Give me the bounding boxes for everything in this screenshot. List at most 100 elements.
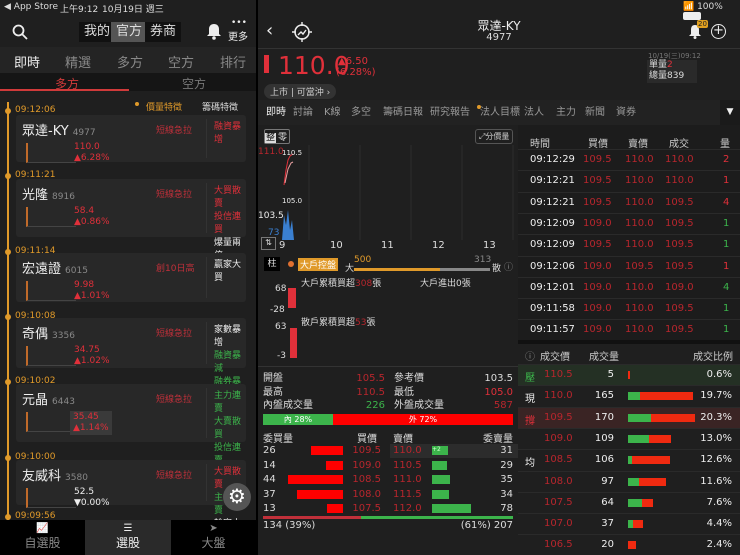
nav-stock-picker[interactable]: ☰ 選股: [85, 520, 171, 555]
tick-time: 09:12:09: [530, 217, 575, 229]
tab-10[interactable]: 資券: [616, 103, 636, 118]
stock-name: 光隆 8916: [22, 184, 75, 203]
pv-bar-buy: [632, 456, 670, 465]
chip-tag: 融資暴增: [214, 122, 242, 145]
big-holder-label[interactable]: 大戶控盤: [298, 258, 339, 271]
tab-0[interactable]: 即時: [266, 103, 286, 118]
tab-realtime[interactable]: 即時: [14, 52, 40, 71]
book-row[interactable]: 37 108.0 111.5 34: [258, 488, 518, 502]
tab-8[interactable]: 主力: [556, 103, 576, 118]
tab-featured[interactable]: 精選: [65, 52, 91, 71]
segment-broker[interactable]: 券商: [145, 22, 182, 42]
nav-market[interactable]: ➤ 大盤: [171, 520, 256, 555]
swap-icon[interactable]: ⇅: [261, 237, 276, 250]
price-block: 58.4 ▲0.86%: [74, 206, 110, 228]
alert-badge: 20: [697, 20, 708, 28]
price-volume-table[interactable]: ⓘ 成交價 成交量 成交比例 壓 110.5 5 0.6% 現 110.0 165 19.7% 撐 10…: [518, 344, 740, 555]
small-bars: [290, 328, 297, 358]
timeline-dot: [5, 455, 11, 461]
price-volume-button[interactable]: ⤢分價量: [475, 129, 514, 144]
tick-row: 09:12:09 109.5 110.0 109.5 1: [518, 234, 740, 255]
tab-3[interactable]: 多空: [351, 103, 371, 118]
book-row[interactable]: 14 109.0 110.5 29: [258, 459, 518, 473]
pv-row: 106.5 20 2.4%: [518, 534, 740, 555]
pv-info-icon[interactable]: ⓘ: [525, 348, 535, 363]
tabs-dropdown-icon[interactable]: ▼: [720, 100, 740, 125]
bell-icon[interactable]: [206, 23, 222, 40]
stock-name: 奇偶 3356: [22, 323, 75, 342]
pv-row: 現 110.0 165 19.7%: [518, 385, 740, 406]
pv-bar-sell: [628, 498, 642, 507]
tab-9[interactable]: 新聞: [585, 103, 605, 118]
book-row[interactable]: 13 107.5 112.0 78: [258, 502, 518, 516]
subtab-short[interactable]: 空方: [182, 75, 206, 92]
tick-vol: 4: [723, 281, 730, 293]
back-to-app-store[interactable]: ◀ App Store: [4, 2, 58, 12]
big-value: 500: [354, 255, 372, 265]
single-vol-label: 單量: [649, 60, 668, 70]
tick-table[interactable]: 時間 買價 賣價 成交量 09:12:29 109.5 110.0 110.0 2 09:12:…: [518, 125, 740, 340]
more-button[interactable]: 更多: [228, 28, 248, 43]
big-inout: 大戶進出0張: [420, 279, 471, 289]
chip-tag: 大買散賣: [214, 186, 242, 209]
pv-row: 108.0 97 11.6%: [518, 470, 740, 492]
segment-official[interactable]: 官方: [111, 22, 148, 42]
tab-short[interactable]: 空方: [168, 52, 194, 71]
stock-card[interactable]: 奇偶335634.75▲1.02%短線急拉家數暴增融資暴減融券暴增: [16, 318, 246, 400]
price-volume-label: 分價量: [485, 132, 510, 141]
pv-row: 壓 110.5 5 0.6%: [518, 364, 740, 385]
tab-5[interactable]: 研究報告: [430, 103, 470, 118]
small-accum-unit: 張: [366, 318, 376, 328]
tab-ranking[interactable]: 排行: [220, 52, 246, 71]
mode-odd[interactable]: 零: [276, 133, 289, 143]
stock-card[interactable]: 眾達-KY 4977 110.0 ▲6.28% 短線急拉 融資暴增: [16, 115, 246, 163]
nav-watchlist[interactable]: 📈 自選股: [0, 520, 85, 555]
pv-volume: 109: [594, 432, 614, 444]
book-row[interactable]: 26 109.5 110.0 +2 31: [258, 444, 518, 458]
open-label: 開盤: [263, 373, 283, 384]
stock-card[interactable]: 宏遠證 6015 9.98 ▲1.01% 創10日高 贏家大買: [16, 253, 246, 302]
add-icon[interactable]: +: [711, 24, 726, 39]
pv-marker: 壓: [525, 373, 535, 384]
market-text: 上市 | 可當沖: [270, 88, 324, 98]
tab-6[interactable]: 法人目標: [480, 103, 520, 118]
tab-7[interactable]: 法人: [524, 103, 544, 118]
tab-long[interactable]: 多方: [117, 52, 143, 71]
book-row[interactable]: 44 108.5 111.0 35: [258, 473, 518, 487]
settings-gear-icon[interactable]: ⚙: [223, 483, 251, 511]
segment-mine[interactable]: 我的: [79, 22, 116, 42]
tab-2[interactable]: K線: [324, 103, 341, 118]
pv-volume: 20: [601, 539, 614, 551]
search-icon[interactable]: [12, 24, 28, 40]
price-change: ▲6.50: [338, 56, 368, 67]
chart-high: 111.0: [258, 147, 284, 157]
pv-ratio: 7.6%: [706, 496, 732, 508]
pv-volume: 5: [607, 369, 614, 380]
tick-row: 09:12:21 109.5 110.0 110.0 1: [518, 170, 740, 191]
timeline-dot: [5, 314, 11, 320]
mode-whole[interactable]: 整: [265, 133, 277, 143]
open-value: 105.5: [356, 373, 385, 384]
tick-vol: 1: [723, 217, 730, 229]
intraday-chart[interactable]: [280, 145, 518, 240]
stock-change: ▲1.02%: [74, 356, 110, 366]
pv-volume: 165: [594, 390, 614, 402]
tab-4[interactable]: 籌碼日報: [383, 103, 423, 118]
ask-change-note: +2: [432, 446, 441, 453]
stock-card[interactable]: 元晶644335.45▲1.14%短線急拉主力連賣大賣散買投信連賣融資暴增: [16, 384, 246, 492]
sparkline: [26, 346, 76, 366]
column-toggle[interactable]: 柱: [264, 257, 280, 271]
tick-bid: 109.5: [583, 175, 612, 187]
ask-price: 110.0: [393, 445, 422, 456]
lot-mode-toggle[interactable]: 整零: [264, 129, 291, 144]
pv-price: 110.0: [544, 390, 573, 402]
stock-card[interactable]: 光隆891658.4▲0.86%短線急拉大買散賣投信連買爆量兩倍融資暴增: [16, 179, 246, 287]
info-icon[interactable]: ⓘ: [504, 260, 513, 273]
legend-dot: [135, 102, 139, 106]
stock-card[interactable]: 友威科358052.5▼0.00%短線急拉大買散賣主力連賣輸家大買: [16, 460, 246, 542]
tab-1[interactable]: 討論: [293, 103, 313, 118]
tick-ask: 110.0: [625, 239, 654, 251]
tick-row: 09:11:57 109.0 110.0 109.5 1: [518, 319, 740, 340]
pv-volume: 97: [601, 475, 614, 487]
market-badge[interactable]: 上市 | 可當沖 ›: [264, 84, 337, 99]
